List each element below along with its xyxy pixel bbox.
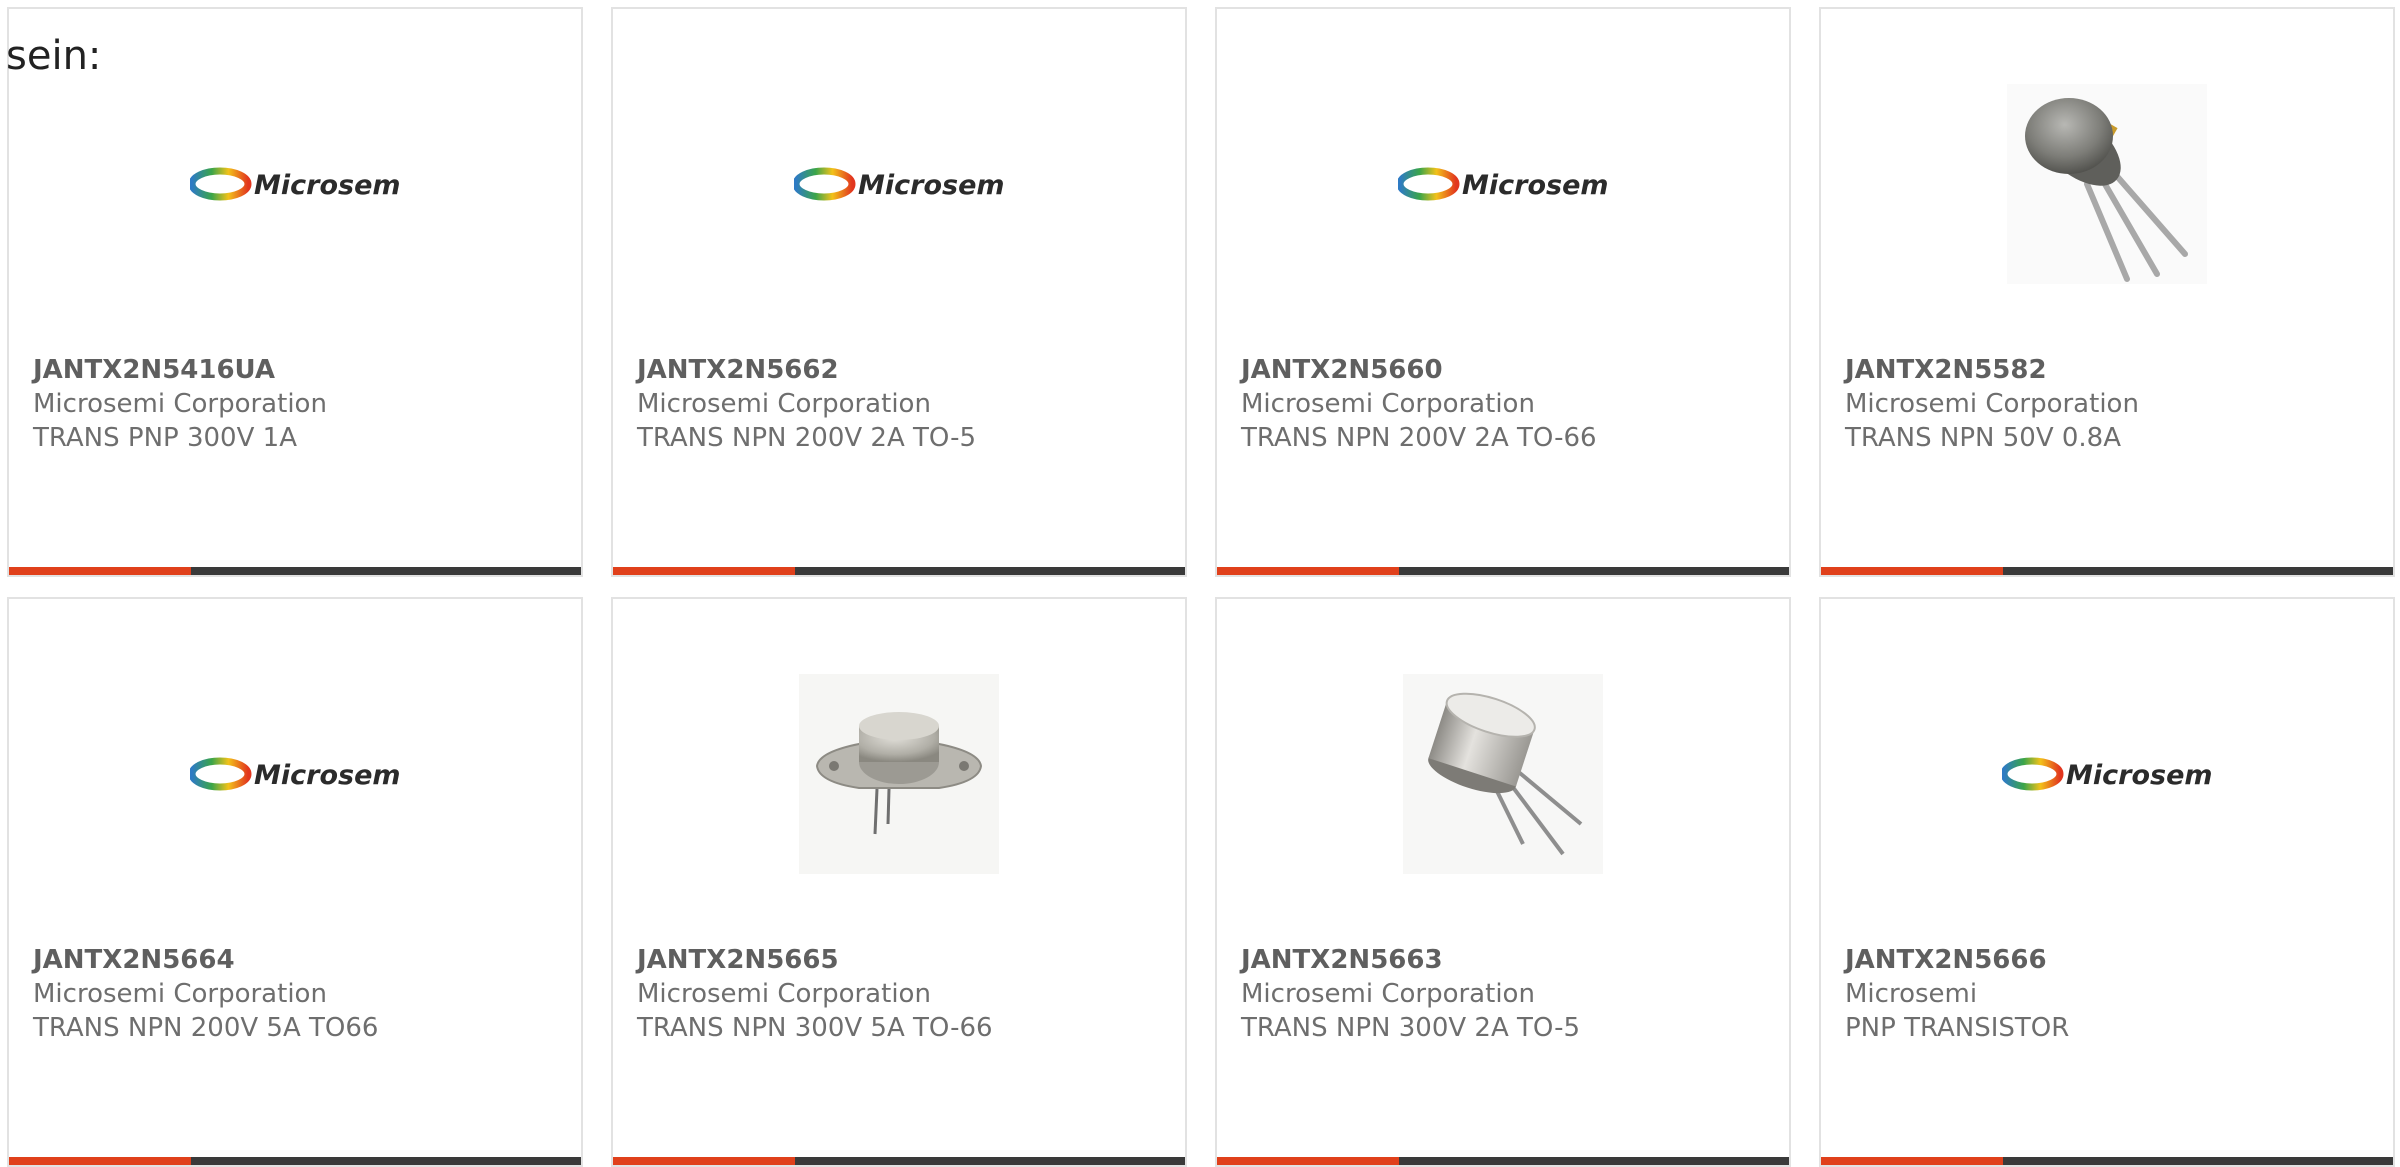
svg-text:Microsemi: Microsemi: [254, 760, 400, 791]
product-card[interactable]: Microsemi JANTX2N5666 Microsemi PNP TRAN…: [1819, 597, 2395, 1167]
product-info: JANTX2N5665 Microsemi Corporation TRANS …: [637, 943, 1175, 1045]
product-card[interactable]: JANTX2N5663 Microsemi Corporation TRANS …: [1215, 597, 1791, 1167]
manufacturer: Microsemi Corporation: [1241, 979, 1535, 1009]
card-accent: [613, 567, 795, 575]
product-image: Microsemi: [1821, 669, 2393, 879]
card-bottom-bar: [1217, 1157, 1789, 1165]
product-image: [1821, 79, 2393, 289]
part-number[interactable]: JANTX2N5665: [637, 943, 1175, 977]
product-info: JANTX2N5662 Microsemi Corporation TRANS …: [637, 353, 1175, 455]
microsemi-logo: Microsemi: [2002, 757, 2212, 791]
product-info: JANTX2N5663 Microsemi Corporation TRANS …: [1241, 943, 1779, 1045]
svg-text:Microsemi: Microsemi: [254, 170, 400, 201]
product-card[interactable]: Microsemi JANTX2N5662 Microsemi Corporat…: [611, 7, 1187, 577]
part-number[interactable]: JANTX2N5666: [1845, 943, 2383, 977]
product-image: Microsemi: [613, 79, 1185, 289]
card-accent: [1821, 567, 2003, 575]
description: PNP TRANSISTOR: [1845, 1013, 2070, 1043]
manufacturer: Microsemi Corporation: [1241, 389, 1535, 419]
description: TRANS NPN 200V 5A TO66: [33, 1013, 379, 1043]
card-accent: [1217, 1157, 1399, 1165]
intro-text: sein:: [6, 33, 102, 79]
card-bottom-bar: [613, 567, 1185, 575]
card-accent: [9, 1157, 191, 1165]
product-info: JANTX2N5416UA Microsemi Corporation TRAN…: [33, 353, 571, 455]
product-card[interactable]: Microsemi JANTX2N5664 Microsemi Corporat…: [7, 597, 583, 1167]
card-accent: [9, 567, 191, 575]
part-number[interactable]: JANTX2N5416UA: [33, 353, 571, 387]
manufacturer: Microsemi Corporation: [33, 979, 327, 1009]
product-card[interactable]: Microsemi JANTX2N5660 Microsemi Corporat…: [1215, 7, 1791, 577]
product-info: JANTX2N5660 Microsemi Corporation TRANS …: [1241, 353, 1779, 455]
to66-transistor-photo: [799, 674, 999, 874]
description: TRANS PNP 300V 1A: [33, 423, 297, 453]
card-bottom-bar: [1821, 1157, 2393, 1165]
microsemi-logo: Microsemi: [190, 167, 400, 201]
card-bottom-bar: [1217, 567, 1789, 575]
microsemi-logo: Microsemi: [1398, 167, 1608, 201]
product-info: JANTX2N5664 Microsemi Corporation TRANS …: [33, 943, 571, 1045]
product-image: Microsemi: [9, 79, 581, 289]
microsemi-logo: Microsemi: [190, 757, 400, 791]
product-card[interactable]: JANTX2N5665 Microsemi Corporation TRANS …: [611, 597, 1187, 1167]
card-bottom-bar: [1821, 567, 2393, 575]
manufacturer: Microsemi Corporation: [637, 979, 931, 1009]
to5-transistor-photo: [1403, 674, 1603, 874]
card-accent: [1217, 567, 1399, 575]
part-number[interactable]: JANTX2N5662: [637, 353, 1175, 387]
svg-text:Microsemi: Microsemi: [858, 170, 1004, 201]
product-image: [1217, 669, 1789, 879]
svg-text:Microsemi: Microsemi: [1462, 170, 1608, 201]
product-info: JANTX2N5582 Microsemi Corporation TRANS …: [1845, 353, 2383, 455]
part-number[interactable]: JANTX2N5660: [1241, 353, 1779, 387]
product-card[interactable]: Microsemi JANTX2N5416UA Microsemi Corpor…: [7, 7, 583, 577]
card-bottom-bar: [9, 1157, 581, 1165]
microsemi-logo: Microsemi: [794, 167, 1004, 201]
manufacturer: Microsemi Corporation: [637, 389, 931, 419]
card-accent: [1821, 1157, 2003, 1165]
product-image: Microsemi: [1217, 79, 1789, 289]
product-card[interactable]: JANTX2N5582 Microsemi Corporation TRANS …: [1819, 7, 2395, 577]
manufacturer: Microsemi Corporation: [1845, 389, 2139, 419]
description: TRANS NPN 50V 0.8A: [1845, 423, 2122, 453]
product-image: Microsemi: [9, 669, 581, 879]
description: TRANS NPN 300V 5A TO-66: [637, 1013, 993, 1043]
to-can-transistor-photo: [2007, 84, 2207, 284]
manufacturer: Microsemi Corporation: [33, 389, 327, 419]
part-number[interactable]: JANTX2N5663: [1241, 943, 1779, 977]
part-number[interactable]: JANTX2N5582: [1845, 353, 2383, 387]
description: TRANS NPN 200V 2A TO-5: [637, 423, 977, 453]
part-number[interactable]: JANTX2N5664: [33, 943, 571, 977]
manufacturer: Microsemi: [1845, 979, 1978, 1009]
card-bottom-bar: [9, 567, 581, 575]
card-bottom-bar: [613, 1157, 1185, 1165]
description: TRANS NPN 300V 2A TO-5: [1241, 1013, 1581, 1043]
product-image: [613, 669, 1185, 879]
product-info: JANTX2N5666 Microsemi PNP TRANSISTOR: [1845, 943, 2383, 1045]
description: TRANS NPN 200V 2A TO-66: [1241, 423, 1597, 453]
svg-text:Microsemi: Microsemi: [2066, 760, 2212, 791]
product-grid: Microsemi JANTX2N5416UA Microsemi Corpor…: [0, 0, 2400, 1167]
card-accent: [613, 1157, 795, 1165]
